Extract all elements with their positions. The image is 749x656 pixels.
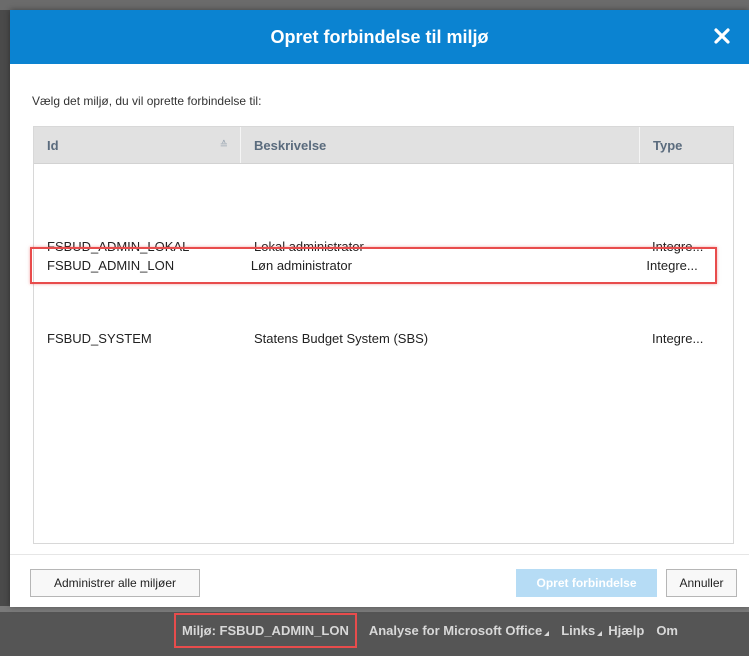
menu-links-label: Links [561, 623, 596, 638]
column-header-description[interactable]: Beskrivelse [241, 127, 640, 163]
menu-about[interactable]: Om [656, 623, 678, 638]
cancel-button[interactable]: Annuller [666, 569, 737, 597]
column-header-id[interactable]: Id ≙ [34, 127, 241, 163]
table-row-selected[interactable]: FSBUD_ADMIN_LON Løn administrator Integr… [30, 247, 717, 284]
sort-ascending-icon: ≙ [219, 140, 228, 151]
cell-type: Integre... [652, 330, 704, 346]
menu-links[interactable]: Links [561, 623, 603, 638]
environment-label: Miljø: FSBUD_ADMIN_LON [182, 623, 349, 638]
column-header-id-label: Id [47, 137, 59, 153]
cell-id: FSBUD_ADMIN_LON [47, 258, 175, 273]
environment-table: Id ≙ Beskrivelse Type FSBUD_ADMIN_LOKAL … [30, 126, 734, 544]
close-icon [714, 28, 730, 44]
column-header-type-label: Type [653, 137, 683, 153]
background-app-top [0, 0, 749, 10]
connect-button[interactable]: Opret forbindelse [516, 569, 657, 597]
dialog-title: Opret forbindelse til miljø [270, 26, 489, 47]
menu-analyse-office-label: Analyse for Microsoft Office [368, 623, 543, 638]
dropdown-caret-icon [544, 631, 550, 636]
cell-id: FSBUD_SYSTEM [47, 330, 152, 346]
close-button[interactable] [709, 23, 735, 49]
dialog-footer: Administrer alle miljøer Opret forbindel… [10, 554, 749, 607]
menu-about-label: Om [656, 623, 678, 638]
table-row[interactable]: FSBUD_SYSTEM Statens Budget System (SBS)… [34, 321, 733, 355]
dropdown-caret-icon [597, 631, 603, 636]
manage-environments-button[interactable]: Administrer alle miljøer [30, 569, 200, 597]
menu-help-label: Hjælp [608, 623, 645, 638]
column-header-description-label: Beskrivelse [254, 137, 327, 153]
cell-description: Løn administrator [250, 258, 352, 273]
menu-help[interactable]: Hjælp [608, 623, 644, 638]
menu-analyse-office[interactable]: Analyse for Microsoft Office [368, 623, 550, 638]
table-header: Id ≙ Beskrivelse Type [34, 127, 733, 164]
instruction-text: Vælg det miljø, du vil oprette forbindel… [32, 94, 262, 108]
column-header-type[interactable]: Type [640, 127, 733, 163]
status-bar: Miljø: FSBUD_ADMIN_LON Analyse for Micro… [170, 605, 749, 656]
cell-type: Integre... [646, 258, 698, 273]
dialog-header: Opret forbindelse til miljø [10, 10, 749, 64]
cell-description: Statens Budget System (SBS) [254, 330, 429, 346]
environment-indicator[interactable]: Miljø: FSBUD_ADMIN_LON [174, 613, 357, 648]
connect-environment-dialog: Opret forbindelse til miljø Vælg det mil… [10, 10, 749, 607]
